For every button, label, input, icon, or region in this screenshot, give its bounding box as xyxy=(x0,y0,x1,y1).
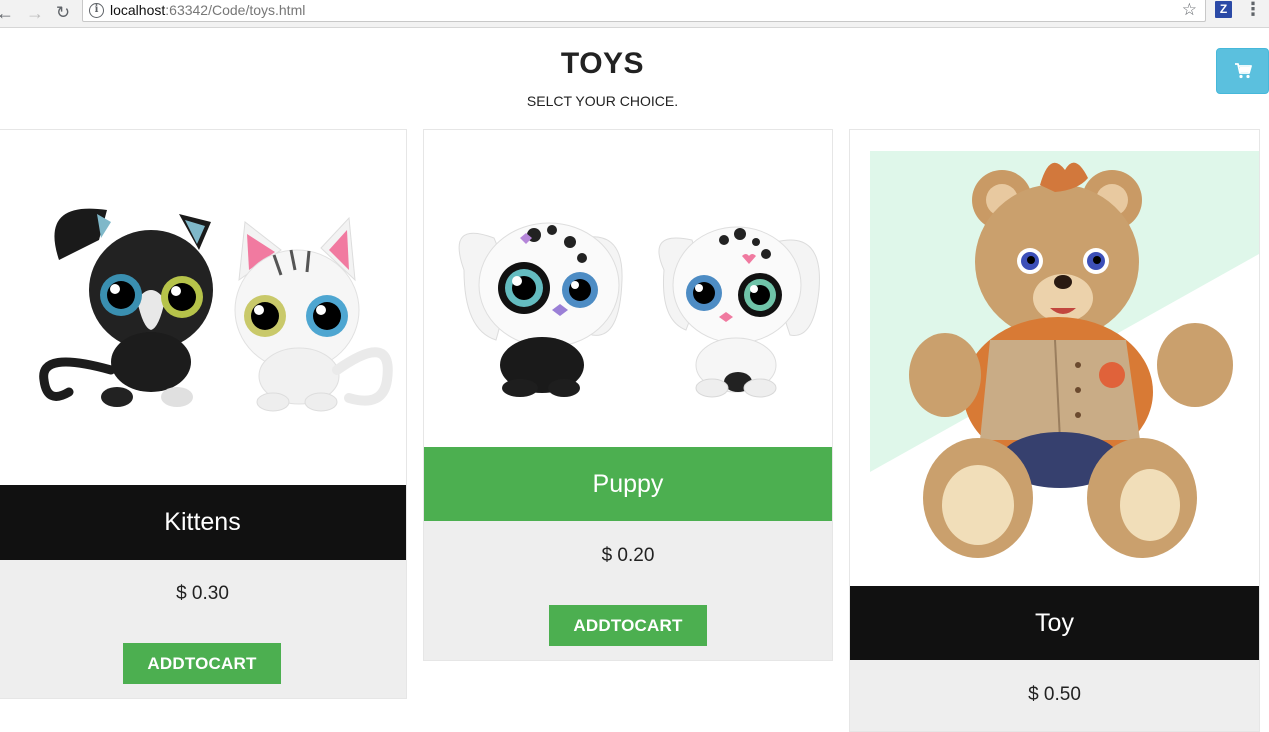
product-price-toy: $ 0.50 xyxy=(1028,684,1081,705)
product-card-kittens: Kittens $ 0.30 ADDTOCART xyxy=(0,129,407,699)
forward-arrow-icon[interactable]: → xyxy=(24,2,46,24)
browser-toolbar: ← → ↻ i localhost:63342/Code/toys.html ☆… xyxy=(0,0,1269,28)
product-name-puppy: Puppy xyxy=(424,447,832,521)
url-host: localhost xyxy=(110,2,166,18)
shopping-cart-icon xyxy=(1235,63,1252,79)
black-kitten-figure xyxy=(39,208,213,407)
left-puppy-figure xyxy=(458,222,623,397)
add-to-cart-button-kittens[interactable]: ADDTOCART xyxy=(123,643,281,684)
url-text[interactable]: localhost:63342/Code/toys.html xyxy=(110,2,305,18)
reload-icon[interactable]: ↻ xyxy=(52,2,74,24)
info-icon[interactable]: i xyxy=(89,3,104,18)
address-bar[interactable]: i localhost:63342/Code/toys.html ☆ xyxy=(82,0,1206,22)
product-name-toy: Toy xyxy=(850,586,1259,660)
white-kitten-figure xyxy=(234,216,393,412)
product-card-puppy: Puppy $ 0.20 ADDTOCART xyxy=(423,129,833,661)
add-to-cart-button-puppy[interactable]: ADDTOCART xyxy=(549,605,707,646)
page-title: TOYS xyxy=(560,47,645,80)
bookmark-star-icon[interactable]: ☆ xyxy=(1182,0,1197,20)
extension-icon[interactable]: Z xyxy=(1215,1,1232,18)
product-price-puppy: $ 0.20 xyxy=(601,545,655,566)
url-path: :63342/Code/toys.html xyxy=(165,2,306,18)
page-subtitle: SELCT YOUR CHOICE. xyxy=(526,93,679,109)
product-card-toy: Toy $ 0.50 xyxy=(849,129,1260,732)
browser-menu-icon[interactable]: ⋮ xyxy=(1244,0,1262,20)
right-puppy-figure xyxy=(658,226,820,398)
product-image-kittens xyxy=(0,130,406,485)
product-image-toy xyxy=(850,130,1259,586)
product-image-puppy xyxy=(424,130,832,447)
back-arrow-icon[interactable]: ← xyxy=(0,2,16,24)
product-price-kittens: $ 0.30 xyxy=(176,583,229,604)
product-name-kittens: Kittens xyxy=(0,485,406,560)
cart-button[interactable] xyxy=(1216,48,1269,94)
